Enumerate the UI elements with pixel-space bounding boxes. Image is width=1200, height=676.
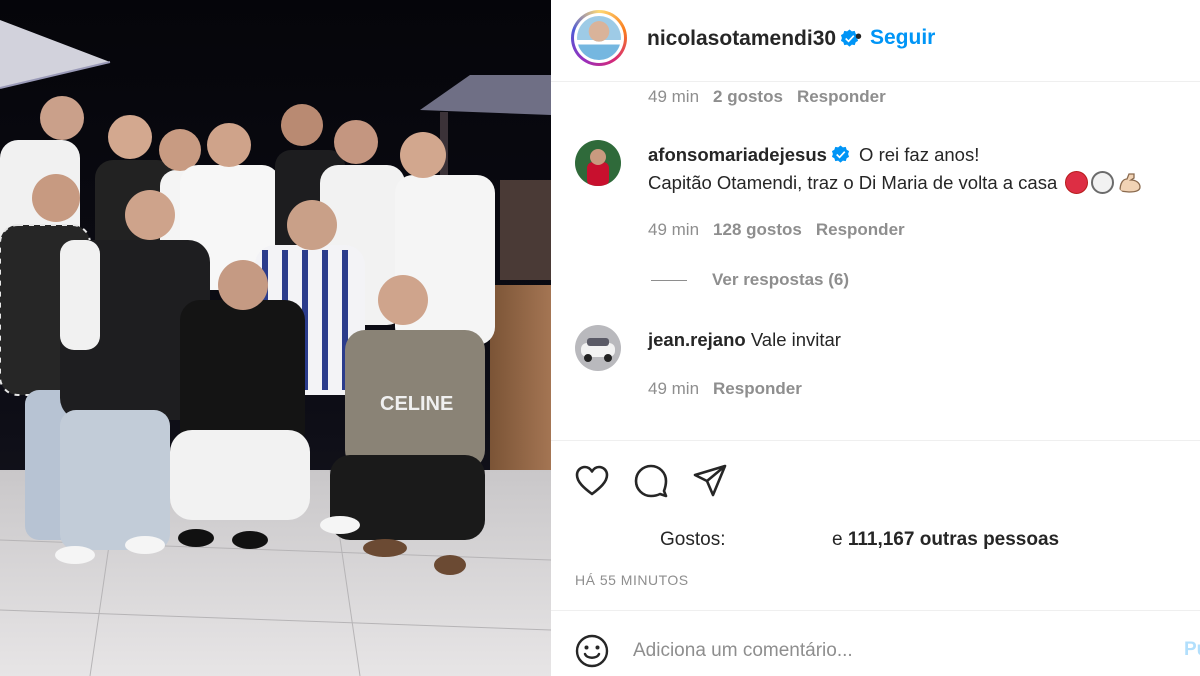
author-username[interactable]: nicolasotamendi30 (647, 27, 836, 50)
commenter-avatar[interactable] (575, 325, 621, 371)
comment-meta: 49 min 2 gostos Responder (648, 87, 900, 107)
comment-username[interactable]: jean.rejano (648, 329, 746, 350)
comment-likes[interactable]: 128 gostos (713, 220, 802, 239)
replies-divider (651, 280, 687, 281)
comment-body: afonsomariadejesus O rei faz anos! Capit… (648, 141, 1143, 197)
reply-button[interactable]: Responder (797, 87, 886, 106)
comment-icon[interactable] (633, 463, 669, 499)
header-separator: • (855, 26, 863, 48)
comment-time: 49 min (648, 220, 700, 239)
heart-icon[interactable] (574, 463, 610, 499)
reply-button[interactable]: Responder (713, 379, 802, 398)
commenter-avatar[interactable] (575, 140, 621, 186)
verified-badge-icon (831, 145, 849, 163)
post-photo[interactable]: CELINE (0, 0, 551, 676)
svg-text:CELINE: CELINE (380, 393, 453, 415)
comment-input[interactable] (633, 633, 1173, 669)
post-actions: Gostos: e 111,167 outras pessoas HÁ 55 M… (551, 440, 1200, 610)
flexed-biceps-emoji-icon (1119, 173, 1142, 193)
group-photo-image: CELINE (0, 0, 551, 676)
emoji-picker-icon[interactable] (574, 633, 610, 669)
comment-composer: Pu (551, 610, 1200, 676)
comments-list[interactable]: 49 min 2 gostos Responder afonsomariadejes… (551, 83, 1200, 439)
likes-count[interactable]: 111,167 outras pessoas (848, 529, 1059, 550)
author-avatar[interactable] (571, 10, 627, 66)
comment-username[interactable]: afonsomariadejesus (648, 144, 827, 165)
post-timestamp: HÁ 55 MINUTOS (575, 572, 689, 588)
post-comment-button[interactable]: Pu (1184, 639, 1200, 661)
follow-button[interactable]: Seguir (870, 26, 935, 50)
reply-button[interactable]: Responder (816, 220, 905, 239)
share-icon[interactable] (692, 463, 728, 499)
comment-likes[interactable]: 2 gostos (713, 87, 783, 106)
post-header: nicolasotamendi30 • Seguir (551, 0, 1200, 82)
comment-time: 49 min (648, 379, 700, 398)
post-details-panel: nicolasotamendi30 • Seguir 49 min 2 gosto… (551, 0, 1200, 676)
likes-label: Gostos: (660, 529, 726, 550)
author-username-wrap: nicolasotamendi30 (647, 27, 859, 51)
comment-time: 49 min (648, 87, 700, 106)
comment-meta: 49 min 128 gostos Responder (648, 220, 919, 240)
comment-body: jean.rejano Vale invitar (648, 326, 841, 354)
view-replies-button[interactable]: Ver respostas (6) (712, 270, 849, 290)
comment-meta: 49 min Responder (648, 379, 816, 399)
comment-text-line2: Capitão Otamendi, traz o Di Maria de vol… (648, 172, 1058, 193)
comment-text: Vale invitar (750, 329, 841, 350)
likes-others[interactable]: e 111,167 outras pessoas (832, 529, 1059, 551)
red-circle-emoji-icon (1065, 171, 1089, 194)
comment-text-line1: O rei faz anos! (859, 144, 980, 165)
white-circle-emoji-icon (1091, 171, 1115, 194)
